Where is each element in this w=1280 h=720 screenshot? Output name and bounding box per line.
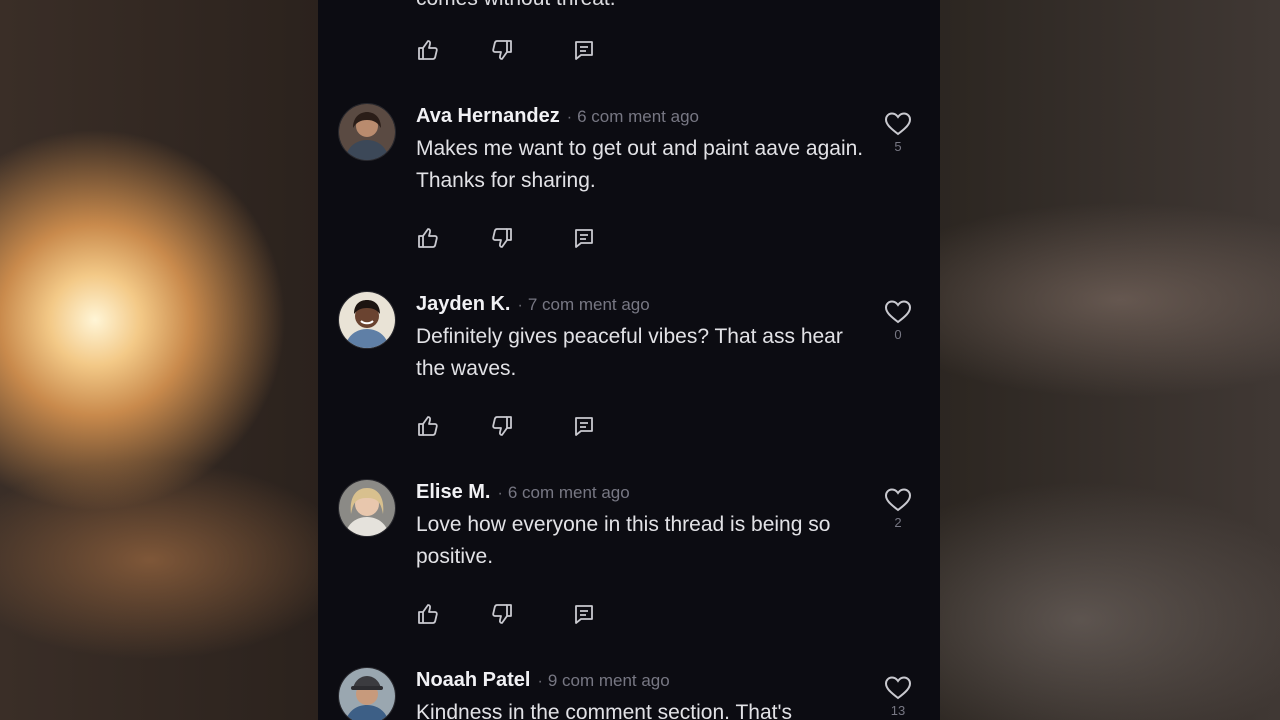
reply-icon[interactable]: [572, 38, 598, 62]
like-count: 0: [894, 327, 902, 342]
reply-icon[interactable]: [572, 226, 598, 250]
comment-meta: Elise M. · 6 com ment ago: [416, 479, 630, 505]
comment-time: 6 com ment ago: [577, 107, 699, 126]
like-button[interactable]: 2: [880, 487, 916, 531]
comment-text: Love how everyone in this thread is bein…: [416, 513, 831, 568]
comment-actions: [416, 226, 616, 250]
comment-author[interactable]: Noaah Patel: [416, 669, 530, 691]
comment-author[interactable]: Elise M.: [416, 481, 490, 503]
meta-separator: ·: [537, 673, 543, 690]
meta-separator: ·: [517, 297, 523, 314]
like-count: 2: [894, 515, 902, 530]
thumbs-up-icon[interactable]: [416, 414, 442, 438]
reply-icon[interactable]: [572, 602, 598, 626]
like-count: 5: [894, 139, 902, 154]
comment-actions: [416, 602, 616, 626]
heart-icon: [884, 300, 912, 324]
meta-separator: ·: [566, 109, 573, 126]
comment-actions: [416, 414, 616, 438]
comment-meta: Noaah Patel · 9 com ment ago: [416, 667, 670, 693]
comment-time: 9 com ment ago: [547, 671, 670, 690]
reply-icon[interactable]: [572, 414, 598, 438]
comment-author[interactable]: Ava Hernandez: [416, 105, 560, 127]
thumbs-down-icon[interactable]: [490, 226, 516, 250]
comment-meta: Ava Hernandez · 6 com ment ago: [416, 103, 699, 129]
thumbs-up-icon[interactable]: [416, 226, 442, 250]
comments-panel[interactable]: comes without threat. Ava Hernandez·6 co…: [318, 0, 940, 720]
comment-text: Kindness in the comment section. That's: [416, 701, 792, 720]
thumbs-down-icon[interactable]: [490, 38, 516, 62]
comment-time: 6 com ment ago: [507, 483, 630, 502]
heart-icon: [884, 676, 912, 700]
comment-meta: Jayden K. · 7 com ment ago: [416, 291, 650, 317]
comment-actions-partial: [416, 38, 616, 62]
comment-item: Noaah Patel · 9 com ment ago Kindness in t…: [318, 667, 940, 720]
comment-time: 7 com ment ago: [527, 295, 650, 314]
thumbs-down-icon[interactable]: [490, 602, 516, 626]
meta-separator: ·: [497, 485, 503, 502]
like-button[interactable]: 5: [880, 111, 916, 155]
avatar-woman-blonde[interactable]: [338, 479, 396, 537]
comment-text-partial: comes without threat.: [416, 0, 616, 12]
comment-text: Definitely gives peaceful vibes? That as…: [416, 325, 843, 380]
avatar-man-hat[interactable]: [338, 667, 396, 720]
comment-text: Makes me want to get out and paint aave …: [416, 137, 864, 192]
thumbs-up-icon[interactable]: [416, 602, 442, 626]
heart-icon: [884, 112, 912, 136]
like-button[interactable]: 0: [880, 299, 916, 343]
comment-author[interactable]: Jayden K.: [416, 293, 510, 315]
like-count: 13: [890, 703, 906, 718]
thumbs-down-icon[interactable]: [490, 414, 516, 438]
avatar-man-smiling[interactable]: [338, 291, 396, 349]
thumbs-up-icon[interactable]: [416, 38, 442, 62]
like-button[interactable]: 13: [880, 675, 916, 719]
avatar-woman-dark-hair[interactable]: [338, 103, 396, 161]
heart-icon: [884, 488, 912, 512]
